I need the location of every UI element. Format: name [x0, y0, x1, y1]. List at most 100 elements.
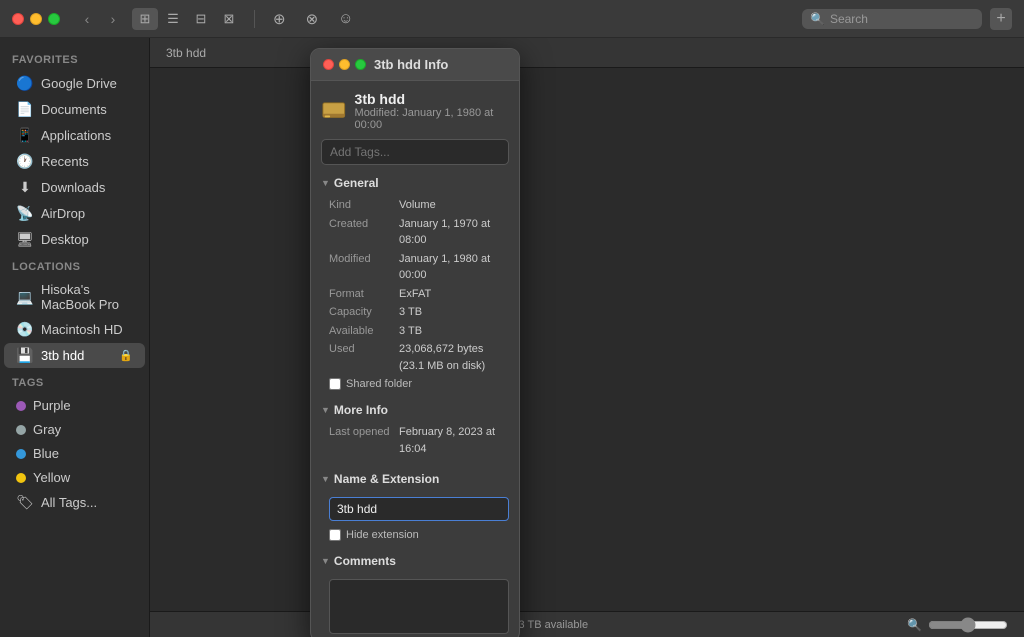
- breadcrumb-bar: 3tb hdd: [150, 38, 1024, 68]
- info-row-capacity: Capacity 3 TB: [329, 304, 509, 321]
- group-button[interactable]: ⊕: [267, 7, 292, 31]
- share-button[interactable]: ⊗: [300, 7, 325, 31]
- sidebar-item-label: AirDrop: [41, 206, 85, 221]
- sidebar-item-applications[interactable]: 📱 Applications: [4, 123, 145, 148]
- info-panel: 3tb hdd Info 3tb hdd Modified: January 1…: [310, 48, 520, 637]
- sidebar-item-blue[interactable]: Blue: [4, 442, 145, 465]
- traffic-lights: [12, 13, 60, 25]
- comments-section-header[interactable]: ▼ Comments: [321, 551, 509, 571]
- sidebar-item-3tb-hdd[interactable]: 💾 3tb hdd 🔒: [4, 343, 145, 368]
- info-row-format: Format ExFAT: [329, 286, 509, 303]
- zoom-slider: 🔍: [907, 617, 1008, 633]
- column-view-button[interactable]: ⊟: [188, 8, 214, 30]
- minimize-button[interactable]: [30, 13, 42, 25]
- name-input[interactable]: [329, 497, 509, 521]
- add-tab-button[interactable]: +: [990, 8, 1012, 30]
- zoom-range[interactable]: [928, 617, 1008, 633]
- info-panel-title: 3tb hdd Info: [374, 57, 448, 72]
- sidebar-item-gray[interactable]: Gray: [4, 418, 145, 441]
- maximize-button[interactable]: [48, 13, 60, 25]
- comments-label: Comments: [334, 554, 396, 568]
- kind-value: Volume: [399, 197, 436, 214]
- modified-label: Modified: [329, 251, 399, 284]
- info-close-button[interactable]: [323, 59, 334, 70]
- shared-folder-label: Shared folder: [346, 378, 412, 390]
- modified-value: January 1, 1980 at 00:00: [399, 251, 509, 284]
- format-value: ExFAT: [399, 286, 431, 303]
- icon-view-button[interactable]: ⊞: [132, 8, 158, 30]
- recents-icon: 🕐: [16, 153, 34, 170]
- general-section: ▼ General Kind Volume Created January 1,…: [321, 173, 509, 394]
- purple-tag-dot: [16, 401, 26, 411]
- search-icon: 🔍: [810, 12, 825, 26]
- sidebar-item-label: Google Drive: [41, 76, 117, 91]
- sidebar-item-label: Purple: [33, 398, 71, 413]
- google-drive-icon: 🔵: [16, 75, 34, 92]
- more-info-chevron: ▼: [321, 405, 330, 415]
- sidebar-item-google-drive[interactable]: 🔵 Google Drive: [4, 71, 145, 96]
- sidebar-item-desktop[interactable]: 🖥 Desktop: [4, 227, 145, 252]
- search-bar[interactable]: 🔍: [802, 9, 982, 29]
- file-area: [150, 68, 1024, 611]
- sidebar-item-macintosh-hd[interactable]: 💿 Macintosh HD: [4, 317, 145, 342]
- macintosh-hd-icon: 💿: [16, 321, 34, 338]
- search-input[interactable]: [830, 12, 974, 26]
- hide-extension-checkbox[interactable]: [329, 529, 341, 541]
- kind-label: Kind: [329, 197, 399, 214]
- gallery-view-button[interactable]: ⊠: [216, 8, 242, 30]
- info-minimize-button[interactable]: [339, 59, 350, 70]
- sidebar-item-yellow[interactable]: Yellow: [4, 466, 145, 489]
- more-info-section: ▼ More Info Last opened February 8, 2023…: [321, 400, 509, 463]
- sidebar-item-airdrop[interactable]: 📡 AirDrop: [4, 201, 145, 226]
- lock-icon: 🔒: [119, 349, 133, 362]
- general-section-body: Kind Volume Created January 1, 1970 at 0…: [321, 193, 509, 394]
- sidebar-item-label: Desktop: [41, 232, 89, 247]
- name-extension-section: ▼ Name & Extension Hide extension: [321, 469, 509, 545]
- info-row-modified: Modified January 1, 1980 at 00:00: [329, 251, 509, 284]
- applications-icon: 📱: [16, 127, 34, 144]
- hdd-icon: 💾: [16, 347, 34, 364]
- tags-input[interactable]: [321, 139, 509, 165]
- info-panel-body: 3tb hdd Modified: January 1, 1980 at 00:…: [311, 81, 519, 637]
- sidebar-item-label: Recents: [41, 154, 89, 169]
- last-opened-label: Last opened: [329, 424, 399, 457]
- info-row-created: Created January 1, 1970 at 08:00: [329, 216, 509, 249]
- drive-info: 3tb hdd Modified: January 1, 1980 at 00:…: [355, 91, 509, 131]
- all-tags-icon: 🏷: [16, 494, 34, 511]
- sidebar-item-purple[interactable]: Purple: [4, 394, 145, 417]
- drive-icon-small: [321, 101, 347, 121]
- sidebar-item-label: Applications: [41, 128, 111, 143]
- sidebar-item-all-tags[interactable]: 🏷 All Tags...: [4, 490, 145, 515]
- tag-button[interactable]: ☺: [332, 7, 359, 30]
- general-label: General: [334, 176, 379, 190]
- general-section-header[interactable]: ▼ General: [321, 173, 509, 193]
- list-view-button[interactable]: ☰: [160, 8, 186, 30]
- sidebar-item-label: Hisoka's MacBook Pro: [41, 282, 133, 312]
- drive-modified: Modified: January 1, 1980 at 00:00: [355, 107, 509, 131]
- name-extension-header[interactable]: ▼ Name & Extension: [321, 469, 509, 489]
- shared-folder-checkbox[interactable]: [329, 378, 341, 390]
- title-bar: ‹ › ⊞ ☰ ⊟ ⊠ ⊕ ⊗ ☺ 🔍 +: [0, 0, 1024, 38]
- forward-button[interactable]: ›: [102, 8, 124, 30]
- info-maximize-button[interactable]: [355, 59, 366, 70]
- available-value: 3 TB: [399, 323, 422, 340]
- created-value: January 1, 1970 at 08:00: [399, 216, 509, 249]
- info-row-available: Available 3 TB: [329, 323, 509, 340]
- sidebar-item-documents[interactable]: 📄 Documents: [4, 97, 145, 122]
- tags-section-label: Tags: [0, 369, 149, 393]
- back-button[interactable]: ‹: [76, 8, 98, 30]
- info-row-used: Used 23,068,672 bytes (23.1 MB on disk): [329, 341, 509, 374]
- name-chevron: ▼: [321, 474, 330, 484]
- sidebar-item-hisoka-macbook[interactable]: 💻 Hisoka's MacBook Pro: [4, 278, 145, 316]
- comments-textarea[interactable]: [329, 579, 509, 634]
- last-opened-value: February 8, 2023 at 16:04: [399, 424, 509, 457]
- more-info-section-header[interactable]: ▼ More Info: [321, 400, 509, 420]
- sidebar-item-recents[interactable]: 🕐 Recents: [4, 149, 145, 174]
- name-extension-body: Hide extension: [321, 489, 509, 545]
- sidebar-item-downloads[interactable]: ⬇ Downloads: [4, 175, 145, 200]
- info-row-kind: Kind Volume: [329, 197, 509, 214]
- sidebar-item-label: Gray: [33, 422, 61, 437]
- gray-tag-dot: [16, 425, 26, 435]
- comments-section: ▼ Comments: [321, 551, 509, 637]
- close-button[interactable]: [12, 13, 24, 25]
